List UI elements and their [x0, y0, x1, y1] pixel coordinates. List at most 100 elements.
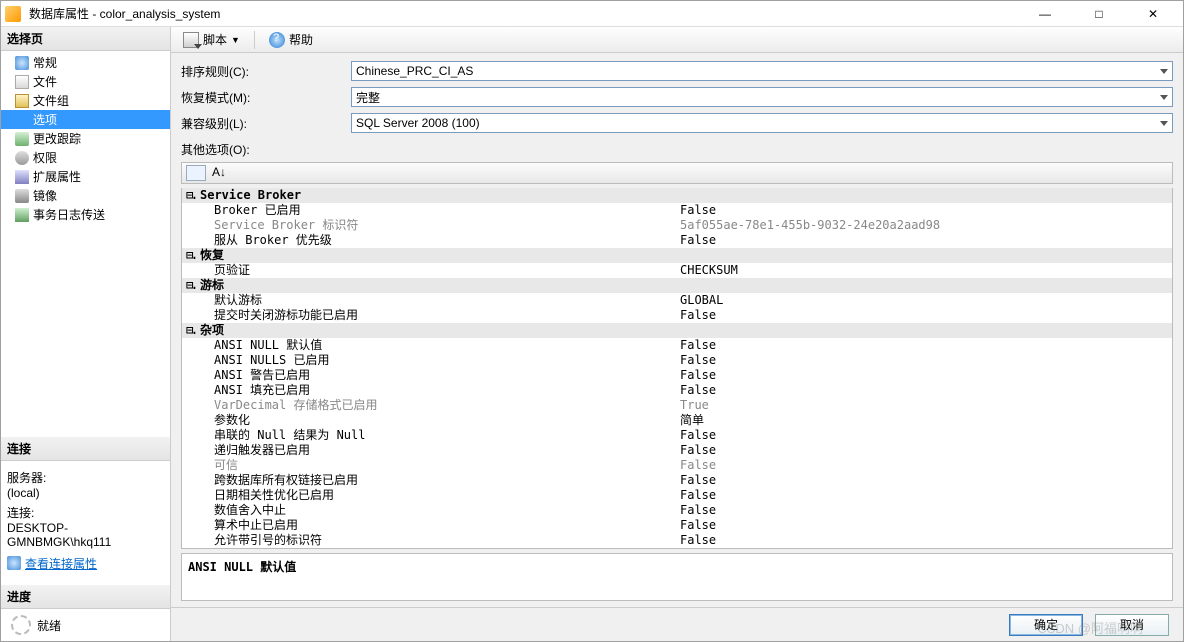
grid-row[interactable]: 数值舍入中止False — [182, 503, 1172, 518]
grid-sep — [238, 165, 258, 181]
property-value[interactable]: False — [676, 353, 1156, 368]
categorized-button[interactable] — [186, 165, 206, 181]
grid-category[interactable]: ⊟恢复 — [182, 248, 1172, 263]
property-value[interactable]: False — [676, 503, 1156, 518]
grid-row[interactable]: 可信False — [182, 458, 1172, 473]
property-name: ANSI 填充已启用 — [196, 383, 676, 398]
form-area: 排序规则(C): Chinese_PRC_CI_AS 恢复模式(M): 完整 兼… — [171, 53, 1183, 188]
grid-row[interactable]: 参数化简单 — [182, 413, 1172, 428]
collapse-icon[interactable]: ⊟ — [182, 323, 196, 338]
collapse-icon[interactable]: ⊟ — [182, 188, 196, 203]
compat-select[interactable]: SQL Server 2008 (100) — [351, 113, 1173, 133]
minimize-button[interactable]: — — [1027, 4, 1063, 24]
category-name: 游标 — [196, 278, 1172, 293]
property-value[interactable]: False — [676, 533, 1156, 548]
property-name: ANSI NULLS 已启用 — [196, 353, 676, 368]
property-value[interactable]: False — [676, 383, 1156, 398]
property-grid[interactable]: ⊟Service BrokerBroker 已启用FalseService Br… — [181, 188, 1173, 549]
property-value[interactable]: False — [676, 458, 1156, 473]
sidebar-item-extended[interactable]: 扩展属性 — [1, 167, 170, 186]
grid-row[interactable]: ANSI 填充已启用False — [182, 383, 1172, 398]
property-name: 数值舍入中止 — [196, 503, 676, 518]
grid-category[interactable]: ⊟Service Broker — [182, 188, 1172, 203]
view-connection-link[interactable]: 查看连接属性 — [7, 555, 97, 572]
grid-row[interactable]: Service Broker 标识符5af055ae-78e1-455b-903… — [182, 218, 1172, 233]
window-title: 数据库属性 - color_analysis_system — [29, 5, 1027, 22]
grid-category[interactable]: ⊟状态 — [182, 548, 1172, 549]
alphabetical-button[interactable]: A↓ — [212, 165, 232, 181]
property-name: 参数化 — [196, 413, 676, 428]
page-icon — [15, 151, 29, 165]
property-value[interactable]: 简单 — [676, 413, 1156, 428]
property-value[interactable]: False — [676, 428, 1156, 443]
property-value[interactable]: GLOBAL — [676, 293, 1156, 308]
property-value[interactable]: False — [676, 518, 1156, 533]
grid-row[interactable]: 服从 Broker 优先级False — [182, 233, 1172, 248]
grid-category[interactable]: ⊟游标 — [182, 278, 1172, 293]
dialog-window: 数据库属性 - color_analysis_system — □ ✕ 选择页 … — [0, 0, 1184, 642]
property-name: Service Broker 标识符 — [196, 218, 676, 233]
sidebar-item-permissions[interactable]: 权限 — [1, 148, 170, 167]
grid-row[interactable]: 递归触发器已启用False — [182, 443, 1172, 458]
property-value[interactable]: False — [676, 308, 1156, 323]
property-value[interactable]: False — [676, 488, 1156, 503]
grid-row[interactable]: 日期相关性优化已启用False — [182, 488, 1172, 503]
property-value[interactable]: 5af055ae-78e1-455b-9032-24e20a2aad98 — [676, 218, 1156, 233]
collapse-icon[interactable]: ⊟ — [182, 548, 196, 549]
help-button[interactable]: 帮助 — [263, 29, 319, 50]
sidebar-item-label: 权限 — [33, 149, 57, 166]
grid-row[interactable]: 页验证CHECKSUM — [182, 263, 1172, 278]
recovery-value: 完整 — [356, 89, 380, 106]
collation-select[interactable]: Chinese_PRC_CI_AS — [351, 61, 1173, 81]
grid-row[interactable]: 允许带引号的标识符False — [182, 533, 1172, 548]
property-value[interactable]: False — [676, 338, 1156, 353]
grid-row[interactable]: ANSI NULLS 已启用False — [182, 353, 1172, 368]
maximize-button[interactable]: □ — [1081, 4, 1117, 24]
grid-row[interactable]: 跨数据库所有权链接已启用False — [182, 473, 1172, 488]
property-value[interactable]: False — [676, 473, 1156, 488]
close-button[interactable]: ✕ — [1135, 4, 1171, 24]
sidebar-item-label: 文件 — [33, 73, 57, 90]
sidebar-item-mirroring[interactable]: 镜像 — [1, 186, 170, 205]
grid-row[interactable]: ANSI NULL 默认值False — [182, 338, 1172, 353]
grid-row[interactable]: ANSI 警告已启用False — [182, 368, 1172, 383]
recovery-select[interactable]: 完整 — [351, 87, 1173, 107]
progress-block: 就绪 — [1, 609, 170, 641]
property-value[interactable]: True — [676, 398, 1156, 413]
property-name: 默认游标 — [196, 293, 676, 308]
property-value[interactable]: CHECKSUM — [676, 263, 1156, 278]
property-value[interactable]: False — [676, 443, 1156, 458]
sidebar-item-label: 镜像 — [33, 187, 57, 204]
progress-header: 进度 — [1, 585, 170, 609]
other-options-label: 其他选项(O): — [181, 141, 1173, 158]
sidebar-item-files[interactable]: 文件 — [1, 72, 170, 91]
grid-row[interactable]: 默认游标GLOBAL — [182, 293, 1172, 308]
grid-row[interactable]: 算术中止已启用False — [182, 518, 1172, 533]
property-value[interactable]: False — [676, 203, 1156, 218]
sidebar-item-filegroups[interactable]: 文件组 — [1, 91, 170, 110]
grid-row[interactable]: Broker 已启用False — [182, 203, 1172, 218]
property-value[interactable]: False — [676, 368, 1156, 383]
grid-category[interactable]: ⊟杂项 — [182, 323, 1172, 338]
connection-label: 连接: — [7, 504, 164, 521]
sidebar-item-general[interactable]: 常规 — [1, 53, 170, 72]
sidebar-item-changetracking[interactable]: 更改跟踪 — [1, 129, 170, 148]
collapse-icon[interactable]: ⊟ — [182, 248, 196, 263]
sidebar-item-logshipping[interactable]: 事务日志传送 — [1, 205, 170, 224]
ok-button[interactable]: 确定 — [1009, 614, 1083, 636]
collapse-icon[interactable]: ⊟ — [182, 278, 196, 293]
connection-header: 连接 — [1, 437, 170, 461]
toolbar-separator — [254, 31, 255, 49]
property-name: 可信 — [196, 458, 676, 473]
property-value[interactable]: False — [676, 233, 1156, 248]
recovery-label: 恢复模式(M): — [181, 89, 351, 106]
sidebar-item-label: 更改跟踪 — [33, 130, 81, 147]
sidebar-item-options[interactable]: 选项 — [1, 110, 170, 129]
cancel-button[interactable]: 取消 — [1095, 614, 1169, 636]
grid-row[interactable]: 串联的 Null 结果为 NullFalse — [182, 428, 1172, 443]
script-button[interactable]: 脚本▼ — [177, 29, 246, 50]
titlebar: 数据库属性 - color_analysis_system — □ ✕ — [1, 1, 1183, 27]
grid-row[interactable]: VarDecimal 存储格式已启用True — [182, 398, 1172, 413]
window-controls: — □ ✕ — [1027, 4, 1179, 24]
grid-row[interactable]: 提交时关闭游标功能已启用False — [182, 308, 1172, 323]
